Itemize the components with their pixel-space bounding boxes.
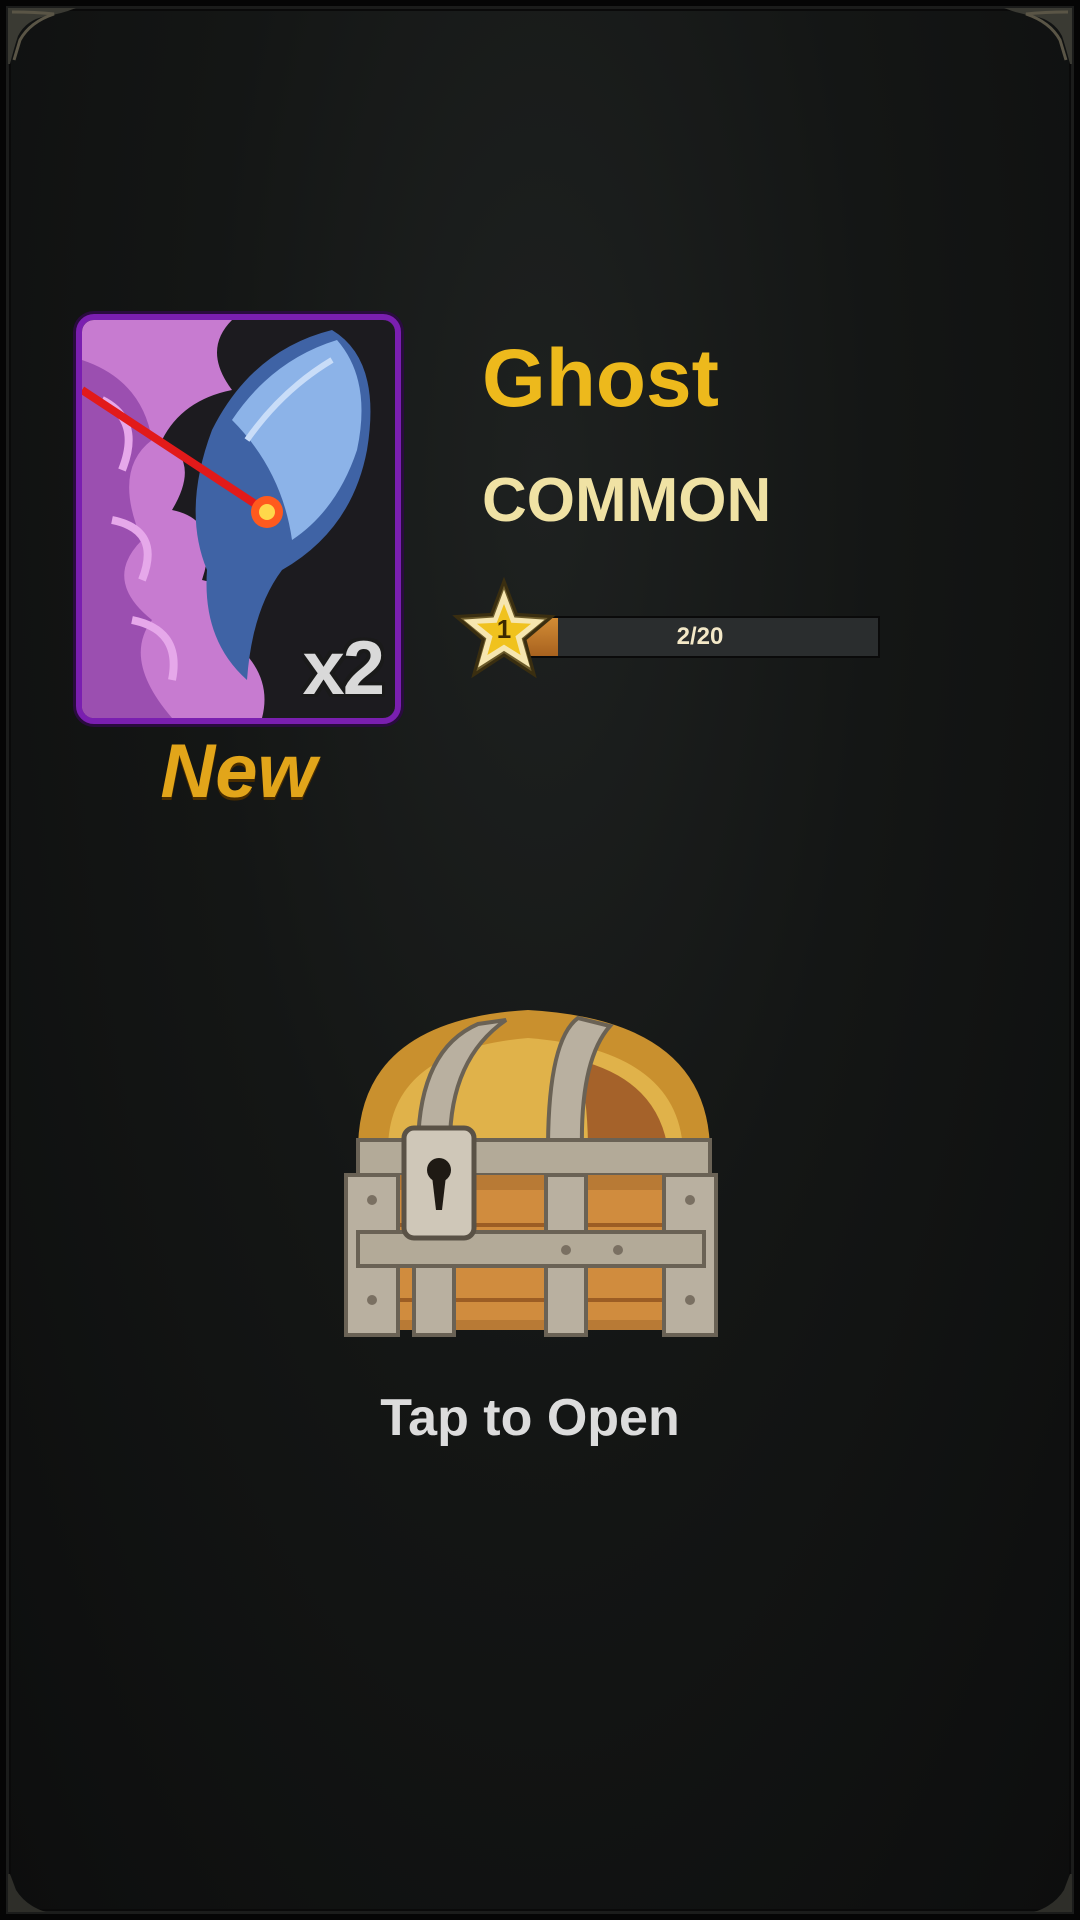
shard-progress-bar: 2/20 [520,616,880,658]
dialog-panel [0,0,1080,1920]
tap-to-open-label[interactable]: Tap to Open [0,1388,1060,1448]
corner-ornament-icon [1004,8,1072,64]
hero-count-badge: x2 [302,626,385,711]
corner-ornament-icon [8,1874,46,1912]
corner-ornament-icon [8,8,76,64]
hero-card[interactable]: x2 [76,314,401,724]
hero-name: Ghost [482,333,719,424]
hero-rarity: COMMON [482,466,772,535]
new-label: New [160,729,317,814]
corner-ornament-icon [1034,1874,1072,1912]
treasure-chest-icon [344,1010,718,1337]
star-level: 1 [496,614,512,644]
treasure-chest-button[interactable] [328,1000,732,1365]
progress-text: 2/20 [676,623,724,650]
